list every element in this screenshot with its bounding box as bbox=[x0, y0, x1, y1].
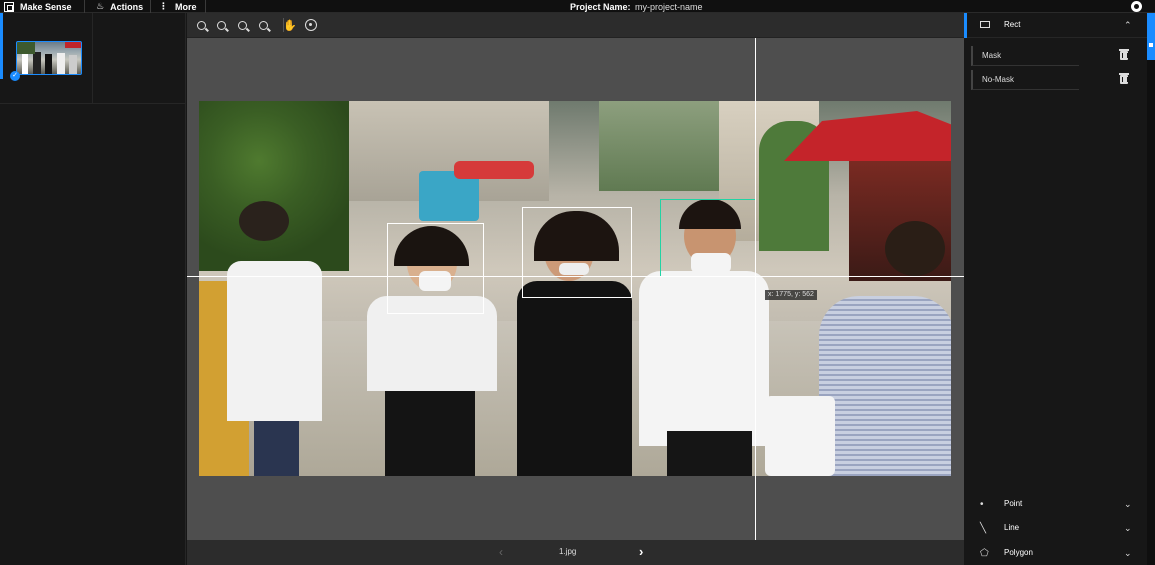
actions-label: Actions bbox=[110, 1, 144, 12]
thumbnail-grid: ✓ bbox=[0, 13, 265, 104]
rect-tool-header[interactable]: Rect ⌃ bbox=[964, 13, 1147, 38]
top-navigation-bar: Make Sense ♨ Actions ⋮ More Project Name… bbox=[0, 0, 1155, 13]
line-tool-row[interactable]: ╲ Line ⌄ bbox=[964, 516, 1147, 540]
previous-image-icon[interactable]: ‹ bbox=[499, 545, 503, 559]
cursor-coordinates: x: 1775, y: 562 bbox=[765, 290, 817, 300]
zoom-out-icon[interactable] bbox=[214, 18, 228, 32]
bounding-box[interactable] bbox=[522, 207, 632, 298]
point-tool-row[interactable]: • Point ⌄ bbox=[964, 492, 1147, 516]
bounding-box[interactable] bbox=[387, 223, 484, 314]
zoom-max-icon[interactable] bbox=[256, 18, 270, 32]
logo-icon bbox=[4, 1, 14, 12]
point-icon: • bbox=[980, 499, 984, 510]
divider bbox=[84, 0, 85, 13]
label-name: No-Mask bbox=[982, 75, 1015, 84]
rect-icon bbox=[980, 21, 990, 28]
github-icon[interactable] bbox=[1131, 1, 1142, 12]
brand[interactable]: Make Sense bbox=[4, 0, 72, 13]
image-canvas[interactable]: x: 1775, y: 562 bbox=[187, 38, 964, 540]
thumbnail-cell-1[interactable]: ✓ bbox=[0, 13, 93, 104]
image-navigation-bar: ‹ 1.jpg › bbox=[187, 540, 964, 565]
polygon-tool-label: Polygon bbox=[1004, 548, 1033, 557]
zoom-fit-icon[interactable] bbox=[235, 18, 249, 32]
label-name: Mask bbox=[982, 51, 1002, 60]
next-image-icon[interactable]: › bbox=[639, 544, 643, 559]
crosshair-icon[interactable] bbox=[304, 18, 318, 32]
point-tool-label: Point bbox=[1004, 499, 1023, 508]
actions-menu[interactable]: ♨ Actions bbox=[96, 0, 143, 13]
editor-toolbar: ✋ bbox=[187, 13, 964, 38]
cursor-guide-vertical bbox=[755, 38, 756, 540]
chevron-down-icon[interactable]: ⌄ bbox=[1124, 499, 1132, 510]
image-list-panel: ✓ bbox=[0, 13, 265, 565]
chevron-down-icon[interactable]: ⌄ bbox=[1124, 548, 1132, 559]
project-name-field[interactable]: my-project-name bbox=[635, 0, 703, 13]
current-filename: 1.jpg bbox=[559, 547, 577, 556]
divider bbox=[205, 0, 206, 13]
thumbnail-cell-2[interactable] bbox=[93, 13, 265, 104]
thumbnail-1[interactable] bbox=[16, 41, 82, 75]
more-label: More bbox=[175, 1, 197, 12]
editor-area: ✋ x: 1775, y: 562 ‹ 1.jpg › bbox=[187, 13, 964, 565]
cursor-guide-horizontal bbox=[187, 276, 964, 277]
done-check-icon: ✓ bbox=[10, 71, 20, 81]
polygon-icon: ⬠ bbox=[980, 548, 989, 559]
hand-icon[interactable]: ✋ bbox=[283, 18, 297, 32]
bounding-box-active[interactable] bbox=[660, 199, 756, 277]
project-name-label: Project Name: bbox=[570, 1, 631, 12]
line-tool-label: Line bbox=[1004, 523, 1020, 532]
delete-label-icon[interactable] bbox=[1119, 73, 1129, 84]
rect-tool-label: Rect bbox=[1004, 20, 1021, 29]
chevron-up-icon[interactable]: ⌃ bbox=[1124, 20, 1132, 31]
polygon-tool-row[interactable]: ⬠ Polygon ⌄ bbox=[964, 541, 1147, 565]
kebab-icon: ⋮ bbox=[159, 1, 168, 11]
zoom-in-icon[interactable] bbox=[194, 18, 208, 32]
side-tab-strip bbox=[1147, 13, 1155, 565]
flame-icon: ♨ bbox=[96, 1, 105, 11]
brand-label: Make Sense bbox=[20, 1, 72, 12]
labels-panel: Rect ⌃ Mask No-Mask • Point ⌄ ╲ Line ⌄ ⬠… bbox=[964, 13, 1147, 565]
labels-tab-icon[interactable] bbox=[1147, 13, 1155, 60]
divider bbox=[150, 0, 151, 13]
chevron-down-icon[interactable]: ⌄ bbox=[1124, 523, 1132, 534]
more-menu[interactable]: ⋮ More bbox=[159, 0, 197, 13]
label-item[interactable]: Mask bbox=[971, 46, 1079, 66]
delete-label-icon[interactable] bbox=[1119, 49, 1129, 60]
label-item[interactable]: No-Mask bbox=[971, 70, 1079, 90]
line-icon: ╲ bbox=[980, 523, 987, 534]
